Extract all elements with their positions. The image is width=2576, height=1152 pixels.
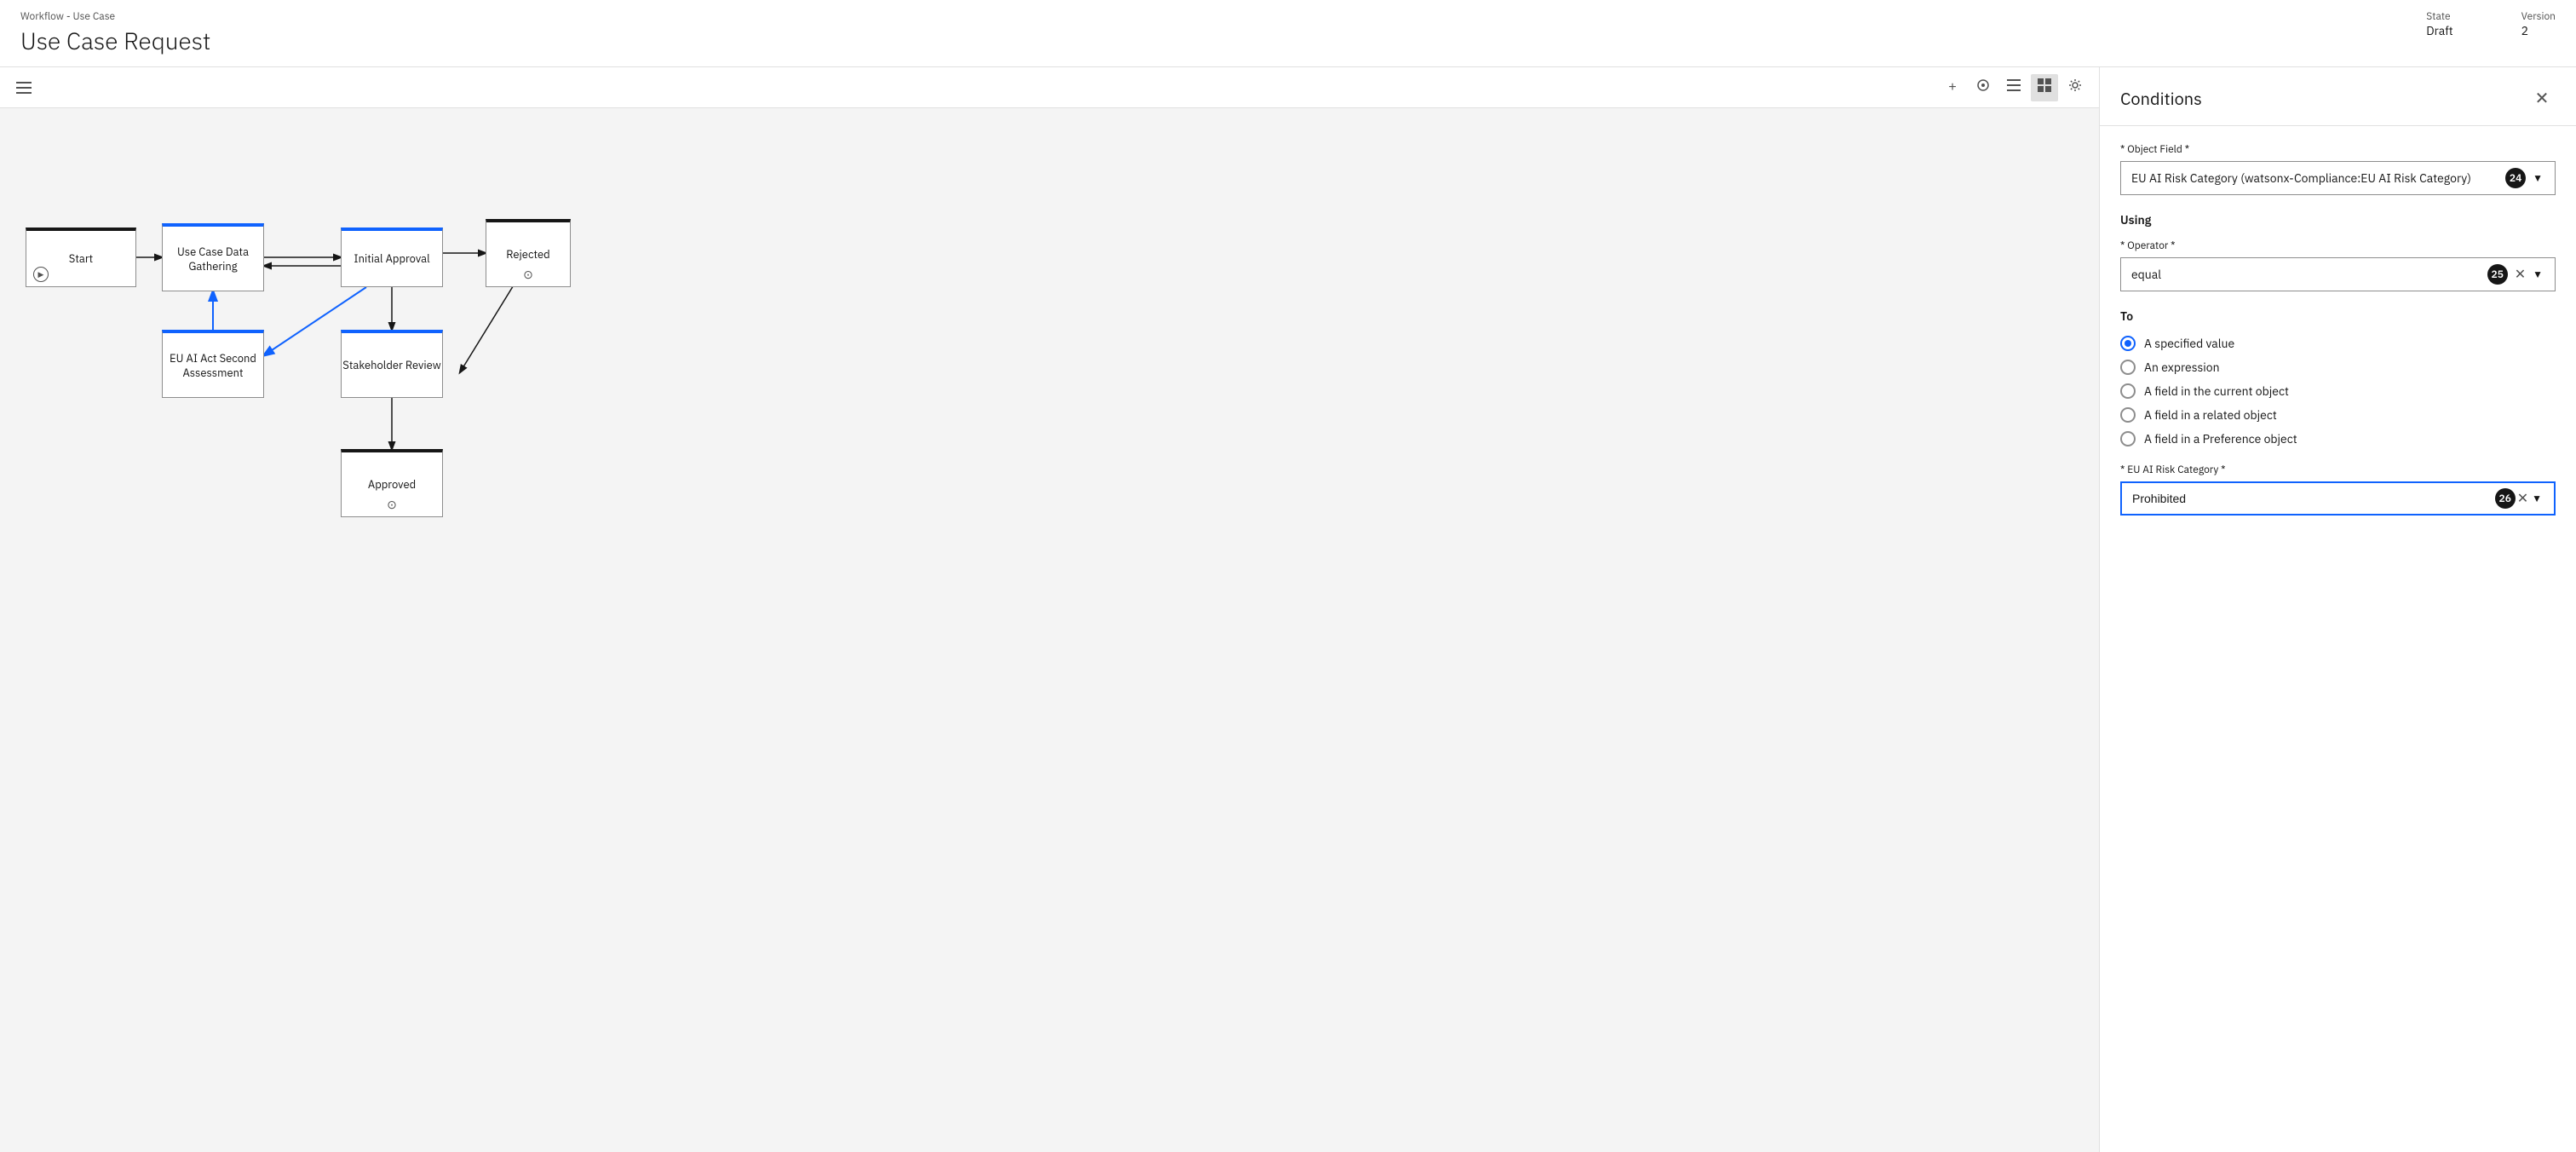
close-icon: ✕	[2535, 88, 2550, 109]
version-value: 2	[2521, 23, 2556, 38]
eu-risk-clear-button[interactable]: ✕	[2516, 488, 2530, 509]
radio-specified-circle	[2120, 336, 2136, 351]
operator-clear-button[interactable]: ✕	[2513, 264, 2527, 285]
operator-value: equal	[2131, 267, 2487, 282]
grid-view-button[interactable]	[2031, 74, 2058, 101]
eu-risk-label: * EU AI Risk Category *	[2120, 464, 2556, 476]
arrows-layer	[0, 108, 2099, 1152]
radio-current-label: A field in the current object	[2144, 383, 2289, 399]
radio-preference-circle	[2120, 431, 2136, 446]
canvas-content: Start ▶ Use Case Data Gathering Initial …	[0, 108, 2099, 1152]
workflow-node-approval[interactable]: Initial Approval	[341, 228, 443, 287]
panel-body: * Object Field * EU AI Risk Category (wa…	[2100, 126, 2576, 1152]
radio-related-label: A field in a related object	[2144, 407, 2277, 423]
radio-current-circle	[2120, 383, 2136, 399]
radio-specified[interactable]: A specified value	[2120, 336, 2556, 351]
using-label: Using	[2120, 212, 2556, 228]
rejected-icon: ⊙	[523, 267, 533, 282]
operator-select[interactable]: equal 25 ✕ ▼	[2120, 257, 2556, 291]
add-button[interactable]: +	[1939, 74, 1966, 101]
operator-caret[interactable]: ▼	[2531, 267, 2544, 282]
main-container: +	[0, 67, 2576, 1152]
gear-icon	[2068, 78, 2082, 96]
object-field-caret[interactable]: ▼	[2531, 170, 2544, 186]
radio-expression[interactable]: An expression	[2120, 360, 2556, 375]
operator-badge: 25	[2487, 264, 2508, 285]
version-meta: Version 2	[2521, 10, 2556, 38]
eu-risk-badge: 26	[2495, 488, 2516, 509]
state-meta: State Draft	[2426, 10, 2452, 38]
canvas-toolbar: +	[0, 67, 2099, 108]
operator-actions: ✕ ▼	[2513, 264, 2544, 285]
header-subtitle: Workflow - Use Case	[20, 10, 2426, 23]
workflow-node-start[interactable]: Start ▶	[26, 228, 136, 287]
workflow-node-rejected[interactable]: Rejected ⊙	[486, 219, 571, 287]
workflow-node-eu-act[interactable]: EU AI Act Second Assessment	[162, 330, 264, 398]
object-field-label: * Object Field *	[2120, 143, 2556, 156]
list-icon	[2007, 79, 2021, 95]
workflow-node-stakeholder[interactable]: Stakeholder Review	[341, 330, 443, 398]
version-label: Version	[2521, 10, 2556, 23]
canvas-area: +	[0, 67, 2099, 1152]
radio-preference-label: A field in a Preference object	[2144, 431, 2297, 446]
operator-label: * Operator *	[2120, 239, 2556, 252]
object-field-value: EU AI Risk Category (watsonx-Compliance:…	[2131, 170, 2505, 186]
grid-icon	[2038, 78, 2051, 96]
using-group: Using * Operator * equal 25 ✕ ▼	[2120, 212, 2556, 291]
radio-specified-label: A specified value	[2144, 336, 2234, 351]
eu-risk-caret[interactable]: ▼	[2530, 491, 2544, 506]
start-play-icon: ▶	[33, 267, 49, 282]
eu-risk-group: * EU AI Risk Category * 26 ✕ ▼	[2120, 464, 2556, 516]
connect-icon	[1976, 78, 1990, 96]
to-group: To A specified value An expression A fie…	[2120, 308, 2556, 446]
radio-expression-circle	[2120, 360, 2136, 375]
object-field-actions: ▼	[2531, 170, 2544, 186]
approved-icon: ⊙	[387, 497, 397, 512]
to-radio-group: A specified value An expression A field …	[2120, 336, 2556, 446]
radio-related-circle	[2120, 407, 2136, 423]
panel-close-button[interactable]: ✕	[2528, 84, 2556, 112]
settings-button[interactable]	[2061, 74, 2089, 101]
eu-risk-input-container[interactable]: 26 ✕ ▼	[2120, 481, 2556, 516]
header-left: Workflow - Use Case Use Case Request	[20, 10, 2426, 56]
panel-header: Conditions ✕	[2100, 67, 2576, 126]
object-field-group: * Object Field * EU AI Risk Category (wa…	[2120, 143, 2556, 195]
radio-current[interactable]: A field in the current object	[2120, 383, 2556, 399]
state-label: State	[2426, 10, 2452, 23]
page-title: Use Case Request	[20, 25, 2426, 56]
sidebar-toggle-button[interactable]	[10, 74, 37, 101]
workflow-node-approved[interactable]: Approved ⊙	[341, 449, 443, 517]
state-value: Draft	[2426, 23, 2452, 38]
connect-button[interactable]	[1969, 74, 1997, 101]
plus-icon: +	[1948, 80, 1956, 95]
header-meta: State Draft Version 2	[2426, 10, 2556, 38]
object-field-select[interactable]: EU AI Risk Category (watsonx-Compliance:…	[2120, 161, 2556, 195]
radio-related[interactable]: A field in a related object	[2120, 407, 2556, 423]
panel-title: Conditions	[2120, 87, 2202, 110]
workflow-node-gathering[interactable]: Use Case Data Gathering	[162, 223, 264, 291]
to-label: To	[2120, 308, 2556, 324]
conditions-panel: Conditions ✕ * Object Field * EU AI Risk…	[2099, 67, 2576, 1152]
workflow-canvas: Start ▶ Use Case Data Gathering Initial …	[0, 108, 2099, 1152]
eu-risk-input[interactable]	[2132, 492, 2490, 505]
list-view-button[interactable]	[2000, 74, 2027, 101]
object-field-badge: 24	[2505, 168, 2526, 188]
header: Workflow - Use Case Use Case Request Sta…	[0, 0, 2576, 67]
radio-preference[interactable]: A field in a Preference object	[2120, 431, 2556, 446]
radio-expression-label: An expression	[2144, 360, 2220, 375]
